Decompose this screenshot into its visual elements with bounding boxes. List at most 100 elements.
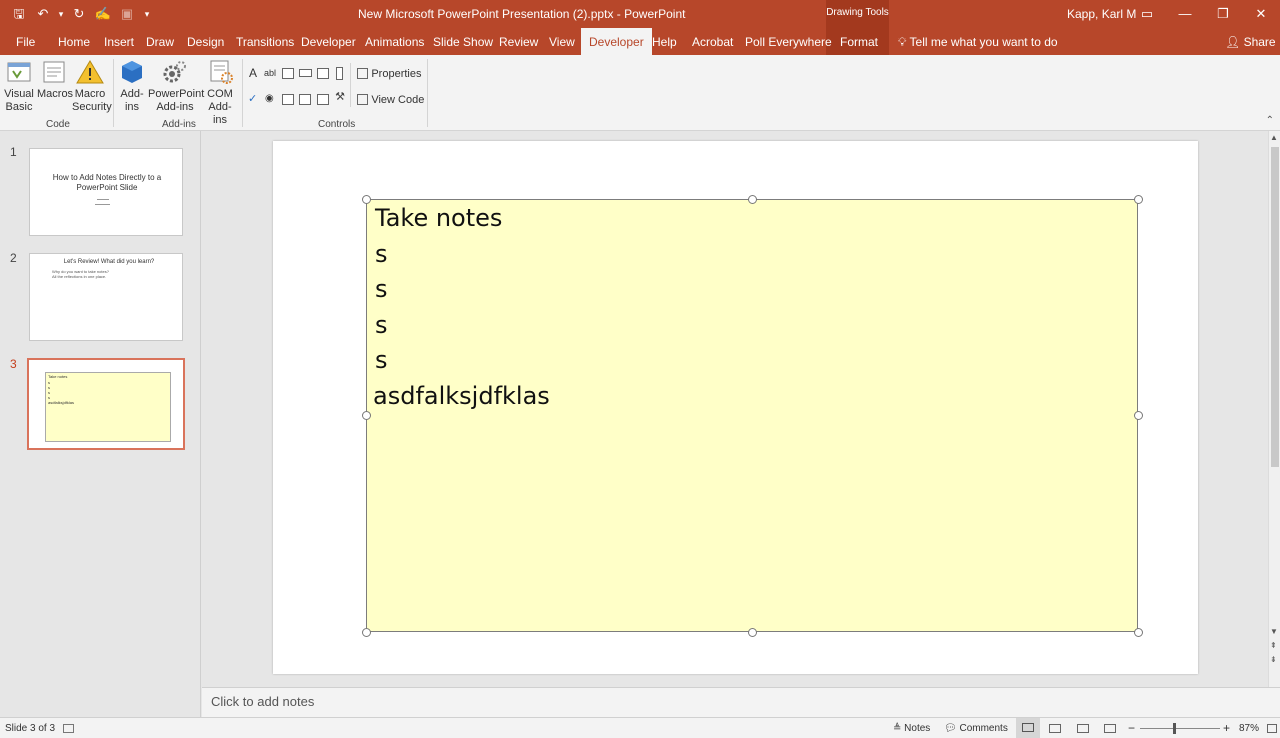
- slide-thumbnails-pane: 1 How to Add Notes Directly to a PowerPo…: [0, 131, 201, 717]
- status-bar: Slide 3 of 3 ≜ Notes 💬︎ Comments − + 87%: [0, 717, 1280, 738]
- resize-handle-left[interactable]: [362, 411, 371, 420]
- tab-review[interactable]: Review: [499, 35, 538, 49]
- note-line: s: [375, 311, 388, 339]
- share-button[interactable]: 👤︎ Share: [1225, 35, 1276, 49]
- scroll-bar-control-icon[interactable]: [336, 67, 343, 80]
- add-ins-button[interactable]: Add- ins: [118, 59, 146, 114]
- resize-handle-top-right[interactable]: [1134, 195, 1143, 204]
- properties-button[interactable]: Properties: [357, 66, 421, 80]
- notes-placeholder[interactable]: Click to add notes: [211, 694, 314, 709]
- toggle-button-control-icon[interactable]: [317, 94, 329, 105]
- tell-me-search[interactable]: 💡︎ Tell me what you want to do: [898, 35, 1058, 50]
- resize-handle-top[interactable]: [748, 195, 757, 204]
- start-slideshow-icon[interactable]: ▣: [116, 4, 138, 24]
- ribbon: Visual Basic Macros Macro Security Code: [0, 55, 1280, 131]
- list-box-control-icon[interactable]: [282, 94, 294, 105]
- vertical-scrollbar[interactable]: ▲ ▼ ⇞ ⇟: [1268, 131, 1280, 687]
- zoom-in-button[interactable]: +: [1223, 721, 1230, 735]
- normal-view-button[interactable]: [1016, 718, 1040, 738]
- resize-handle-right[interactable]: [1134, 411, 1143, 420]
- tab-draw[interactable]: Draw: [146, 35, 174, 49]
- macro-security-button[interactable]: Macro Security: [72, 59, 112, 114]
- tab-design[interactable]: Design: [187, 35, 224, 49]
- redo-icon[interactable]: ↻: [68, 4, 90, 24]
- macros-button[interactable]: Macros: [37, 59, 73, 101]
- image-control-icon[interactable]: [317, 68, 329, 79]
- slide-canvas[interactable]: Take notes s s s s asdfalksjdfklas: [273, 141, 1198, 674]
- collapse-ribbon-icon[interactable]: ⌃: [1266, 115, 1274, 126]
- thumb-title: How to Add Notes Directly to a PowerPoin…: [52, 173, 162, 192]
- tab-home[interactable]: Home: [58, 35, 90, 49]
- spell-check-icon[interactable]: [63, 724, 74, 733]
- thumb-note-line: Take notes: [48, 374, 68, 379]
- fit-to-window-icon[interactable]: [1267, 724, 1277, 733]
- restore-icon[interactable]: ❐: [1204, 0, 1242, 28]
- zoom-slider-thumb[interactable]: [1173, 723, 1176, 734]
- previous-slide-icon[interactable]: ⇞: [1270, 641, 1277, 650]
- visual-basic-button[interactable]: Visual Basic: [4, 59, 34, 114]
- command-button-control-icon[interactable]: [299, 69, 312, 77]
- user-name[interactable]: Kapp, Karl M: [1067, 7, 1136, 21]
- spin-button-control-icon[interactable]: [282, 68, 294, 79]
- scroll-down-icon[interactable]: ▼: [1270, 627, 1278, 636]
- com-add-ins-button[interactable]: COM Add-ins: [202, 59, 238, 127]
- undo-icon[interactable]: ↶: [32, 4, 54, 24]
- tab-insert[interactable]: Insert: [104, 35, 134, 49]
- tab-acrobat[interactable]: Acrobat: [692, 35, 733, 49]
- share-label: Share: [1243, 35, 1276, 49]
- resize-handle-bottom[interactable]: [748, 628, 757, 637]
- close-icon[interactable]: ✕: [1242, 0, 1280, 28]
- slide-number: 3: [10, 357, 17, 371]
- view-code-button[interactable]: View Code: [357, 92, 424, 106]
- more-controls-icon[interactable]: ⚒: [334, 92, 346, 104]
- properties-icon: [357, 68, 368, 80]
- comments-toggle[interactable]: 💬︎ Comments: [944, 723, 1008, 734]
- notes-toggle[interactable]: ≜ Notes: [893, 723, 930, 734]
- zoom-slider-track[interactable]: [1140, 728, 1220, 729]
- add-ins-group-label: Add-ins: [162, 119, 196, 130]
- slide-show-view-icon[interactable]: [1104, 724, 1116, 733]
- scrollbar-thumb[interactable]: [1271, 147, 1279, 467]
- tab-poll-everywhere[interactable]: Poll Everywhere: [745, 35, 832, 49]
- zoom-out-button[interactable]: −: [1128, 721, 1135, 735]
- tab-slide-show[interactable]: Slide Show: [433, 35, 493, 49]
- tab-view[interactable]: View: [549, 35, 575, 49]
- notes-pane[interactable]: Click to add notes: [202, 687, 1280, 717]
- minimize-icon[interactable]: —: [1166, 0, 1204, 28]
- scroll-up-icon[interactable]: ▲: [1270, 133, 1278, 142]
- touch-mode-icon[interactable]: ✍: [92, 4, 114, 24]
- text-box-control-icon[interactable]: abl: [264, 68, 276, 78]
- slide-thumbnail-3[interactable]: Take notes s s s s asdfalksjdfklas: [27, 358, 185, 450]
- visual-basic-icon: [7, 62, 31, 82]
- resize-handle-bottom-right[interactable]: [1134, 628, 1143, 637]
- title-bar: 🖫 ↶ ▾ ↻ ✍ ▣ ▾ New Microsoft PowerPoint P…: [0, 0, 1280, 28]
- resize-handle-top-left[interactable]: [362, 195, 371, 204]
- note-line: s: [375, 240, 388, 268]
- next-slide-icon[interactable]: ⇟: [1270, 655, 1277, 664]
- tab-transitions[interactable]: Transitions: [236, 35, 294, 49]
- combo-box-control-icon[interactable]: [299, 94, 311, 105]
- slide-thumbnail-2[interactable]: Let's Review! What did you learn? Why do…: [29, 253, 183, 341]
- ribbon-display-options-icon[interactable]: ▭: [1128, 0, 1166, 28]
- check-box-control-icon[interactable]: ✓: [248, 92, 257, 105]
- tab-animations[interactable]: Animations: [365, 35, 424, 49]
- tab-help[interactable]: Help: [652, 35, 677, 49]
- tab-format[interactable]: Format: [840, 35, 878, 49]
- undo-dropdown-icon[interactable]: ▾: [56, 4, 66, 24]
- tab-developer-1[interactable]: Developer: [301, 35, 356, 49]
- slide-sorter-icon[interactable]: [1049, 724, 1061, 733]
- customize-qat-icon[interactable]: ▾: [140, 4, 154, 24]
- zoom-level[interactable]: 87%: [1239, 723, 1259, 734]
- save-icon[interactable]: 🖫: [8, 4, 30, 24]
- tab-developer[interactable]: Developer: [581, 28, 652, 55]
- slide-thumbnail-1[interactable]: How to Add Notes Directly to a PowerPoin…: [29, 148, 183, 236]
- com-add-ins-icon: [210, 60, 233, 84]
- reading-view-icon[interactable]: [1077, 724, 1089, 733]
- tab-file[interactable]: File: [16, 35, 35, 49]
- label-control-icon[interactable]: A: [249, 66, 257, 80]
- option-button-control-icon[interactable]: ◉: [265, 93, 274, 104]
- lightbulb-icon: 💡︎: [898, 35, 907, 49]
- resize-handle-bottom-left[interactable]: [362, 628, 371, 637]
- powerpoint-add-ins-button[interactable]: PowerPoint Add-ins: [148, 59, 204, 114]
- note-text-box[interactable]: Take notes s s s s asdfalksjdfklas: [366, 199, 1138, 632]
